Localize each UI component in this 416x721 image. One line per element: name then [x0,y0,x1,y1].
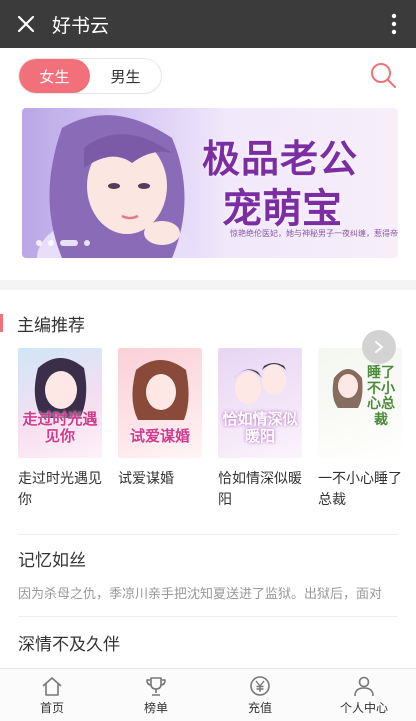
nav-profile[interactable]: 个人中心 [312,669,416,721]
bottom-nav: 首页 榜单 充值 个人中心 [0,668,416,721]
banner-title-line2: 宠萌宝 [222,185,342,232]
carousel-dot[interactable] [36,240,42,246]
person-icon [354,676,374,696]
divider [18,534,398,535]
tab-male[interactable]: 男生 [90,59,161,93]
carousel-indicator [36,240,90,246]
cover-title: 走过时光遇见你 [22,410,98,445]
nav-label: 充值 [247,700,272,715]
more-vertical-icon [391,13,397,35]
nav-label: 个人中心 [339,700,388,715]
story-title[interactable]: 深情不及久伴 [18,630,398,655]
nav-ranking[interactable]: 榜单 [104,669,208,721]
story-title[interactable]: 记忆如丝 [18,546,398,571]
nav-recharge[interactable]: 充值 [208,669,312,721]
more-button[interactable] [372,0,416,48]
cover-title: 睡了不小心总裁 [367,365,395,428]
carousel-dot[interactable] [84,240,90,246]
book-carousel: 走过时光遇见你 走过时光遇见你 试爱谋婚 试爱谋婚 恰如情深似暖阳 恰如情深似暖… [18,348,416,518]
section-separator [0,280,416,290]
book-cover[interactable]: 恰如情深似暖阳 [218,348,302,458]
book-cover[interactable]: 睡了不小心总裁 [318,348,402,458]
banner-subtitle: 惊艳绝伦医妃，她与神秘男子一夜纠缠，惹得帝后无敌追 [230,229,398,238]
carousel-dot[interactable] [48,240,54,246]
story-item[interactable]: 深情不及久伴 [18,630,398,655]
section-title-editor-pick: 主编推荐 [0,310,85,336]
yuan-icon [250,675,270,696]
banner-carousel[interactable]: 极品老公 宠萌宝 惊艳绝伦医妃，她与神秘男子一夜纠缠，惹得帝后无敌追 [22,108,398,258]
close-button[interactable] [0,0,52,48]
nav-label: 首页 [39,700,64,715]
book-item[interactable]: 睡了不小心总裁 一不小心睡了总裁 [318,348,402,510]
section-title-text: 主编推荐 [17,315,85,335]
close-icon [17,15,35,33]
book-title[interactable]: 试爱谋婚 [118,468,202,489]
story-item[interactable]: 记忆如丝 因为杀母之仇，季凉川亲手把沈知夏送进了监狱。出狱后，面对 [18,546,398,602]
story-description: 因为杀母之仇，季凉川亲手把沈知夏送进了监狱。出狱后，面对 [18,586,383,601]
chevron-right-icon [375,341,384,353]
tab-female[interactable]: 女生 [19,59,90,93]
book-item[interactable]: 试爱谋婚 试爱谋婚 [118,348,202,489]
nav-home[interactable]: 首页 [0,669,104,721]
carousel-next-button[interactable] [362,330,396,364]
cover-title: 恰如情深似暖阳 [222,410,298,445]
trophy-icon [146,676,166,696]
section-accent-bar [0,314,3,332]
home-icon [42,676,62,696]
nav-label: 榜单 [143,700,168,715]
tabs-row: 女生 男生 [18,58,398,96]
book-title[interactable]: 一不小心睡了总裁 [318,468,402,510]
gender-switch: 女生 男生 [18,58,162,94]
book-cover[interactable]: 走过时光遇见你 [18,348,102,458]
banner-illustration [37,115,197,258]
book-cover[interactable]: 试爱谋婚 [118,348,202,458]
book-title[interactable]: 恰如情深似暖阳 [218,468,302,510]
book-title[interactable]: 走过时光遇见你 [18,468,102,510]
book-item[interactable]: 走过时光遇见你 走过时光遇见你 [18,348,102,510]
divider [18,616,398,617]
app-title: 好书云 [52,15,110,37]
book-item[interactable]: 恰如情深似暖阳 恰如情深似暖阳 [218,348,302,510]
cover-title: 试爱谋婚 [129,426,190,445]
title-bar: 好书云 [0,0,416,48]
carousel-dot-active[interactable] [60,240,78,246]
banner-title-line1: 极品老公 [202,136,359,181]
search-icon[interactable] [368,60,398,90]
